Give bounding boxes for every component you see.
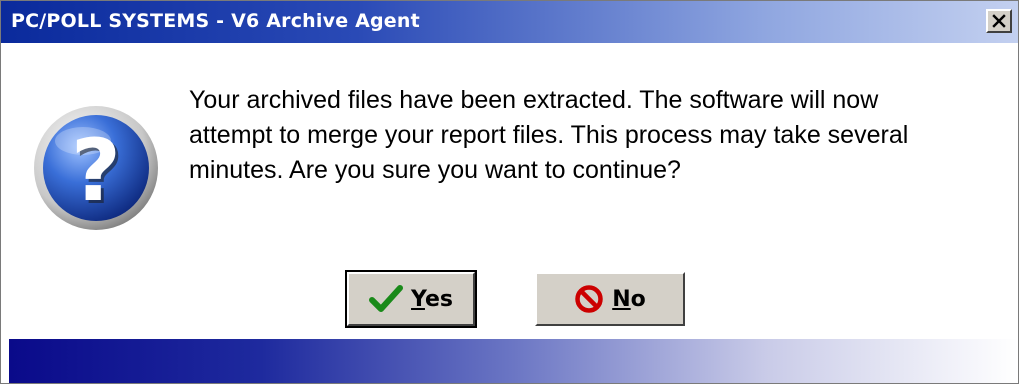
title-bar[interactable]: PC/POLL SYSTEMS - V6 Archive Agent [1, 1, 1018, 43]
close-button[interactable] [986, 9, 1012, 33]
no-button[interactable]: No [535, 272, 685, 326]
close-icon [992, 14, 1006, 28]
message-line: minutes. Are you sure you want to contin… [189, 156, 681, 184]
yes-accelerator: Y [411, 286, 425, 312]
no-entry-icon [574, 284, 604, 314]
yes-label: Yes [411, 287, 453, 312]
question-icon: ? ? [34, 106, 158, 230]
yes-button[interactable]: Yes [345, 270, 477, 328]
no-label: No [612, 287, 646, 312]
bottom-gradient-bar [9, 339, 1018, 383]
svg-text:?: ? [71, 121, 121, 221]
window-title: PC/POLL SYSTEMS - V6 Archive Agent [11, 10, 420, 32]
yes-label-rest: es [424, 286, 453, 312]
no-accelerator: N [612, 286, 631, 312]
message-text: Your archived files have been extracted.… [189, 83, 989, 188]
archive-agent-dialog: PC/POLL SYSTEMS - V6 Archive Agent ? ? Y… [0, 0, 1019, 384]
message-line: attempt to merge your report files. This… [189, 121, 909, 149]
checkmark-icon [369, 285, 404, 313]
no-label-rest: o [630, 286, 646, 312]
message-line: Your archived files have been extracted.… [189, 86, 879, 114]
